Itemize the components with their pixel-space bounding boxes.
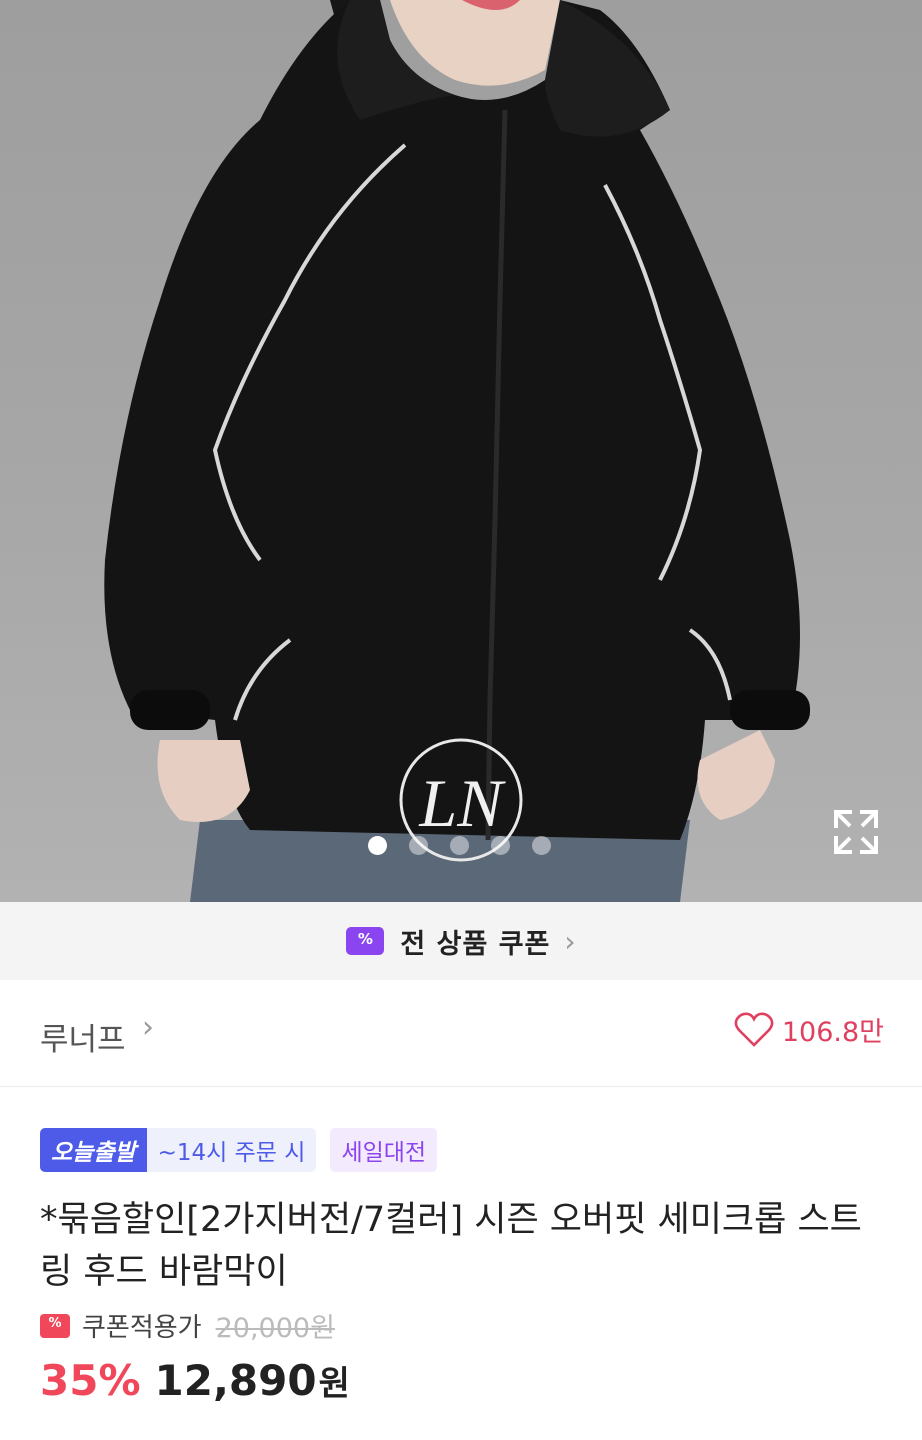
likes-count: 106.8만 (781, 1017, 884, 1048)
coupon-price-label: 쿠폰적용가 (82, 1313, 202, 1343)
like-button[interactable]: 106.8만 (734, 1010, 884, 1049)
carousel-dot[interactable] (450, 836, 469, 855)
currency-unit: 원 (318, 1364, 350, 1404)
sale-event-badge: 세일대전 (330, 1128, 438, 1172)
heart-icon (734, 1012, 774, 1047)
coupon-icon (346, 927, 385, 955)
today-shipping-badge: 오늘출발 (40, 1128, 147, 1172)
chevron-right-icon[interactable]: › (142, 1010, 154, 1045)
product-image[interactable]: LN (0, 0, 922, 902)
carousel-dot[interactable] (532, 836, 551, 855)
final-price-row: 35% 12,890 원 (40, 1356, 350, 1405)
coupon-icon (40, 1313, 70, 1338)
final-price: 12,890 (154, 1356, 317, 1405)
brand-watermark: LN (418, 765, 506, 841)
carousel-dot[interactable] (368, 836, 387, 855)
store-name-link[interactable]: 루너프 (40, 1014, 126, 1059)
all-products-coupon-banner[interactable]: 전 상품 쿠폰 › (0, 902, 922, 980)
discount-rate: 35% (40, 1356, 141, 1405)
product-badges: 오늘출발 ~14시 주문 시 세일대전 (40, 1128, 438, 1172)
order-cutoff-badge: ~14시 주문 시 (146, 1128, 317, 1172)
product-photo: LN (104, 0, 810, 902)
fullscreen-expand-icon[interactable] (830, 806, 882, 858)
store-row: 루너프 › 106.8만 (0, 980, 922, 1087)
original-price: 20,000원 (215, 1313, 335, 1344)
product-title: *묶음할인[2가지버전/7컬러] 시즌 오버핏 세미크롭 스트링 후드 바람막이 (40, 1200, 862, 1292)
coupon-price-row: 쿠폰적용가 20,000원 (40, 1306, 335, 1345)
carousel-indicator (368, 836, 551, 855)
carousel-dot[interactable] (491, 836, 510, 855)
chevron-right-icon: › (564, 924, 576, 958)
carousel-dot[interactable] (409, 836, 428, 855)
coupon-banner-label: 전 상품 쿠폰 (400, 928, 551, 960)
